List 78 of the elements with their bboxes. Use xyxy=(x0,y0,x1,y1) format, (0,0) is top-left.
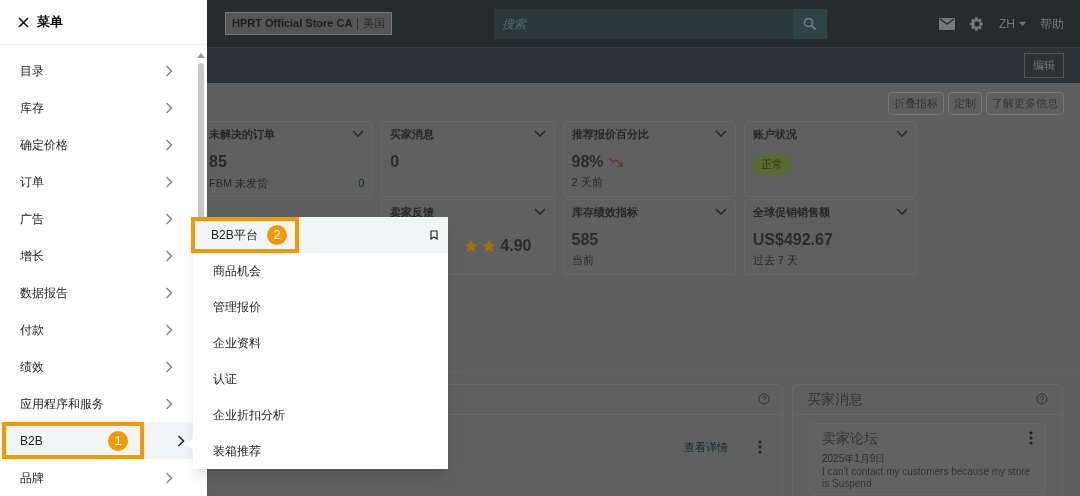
chevron-down-icon[interactable] xyxy=(352,129,365,138)
chevron-down-icon[interactable] xyxy=(533,129,546,138)
menu-label: 数据报告 xyxy=(20,284,68,302)
chevron-right-icon xyxy=(165,286,173,299)
menu-item[interactable]: 付款 xyxy=(0,311,195,348)
metric-title: 库存绩效指标 xyxy=(571,204,638,220)
menu-label: 订单 xyxy=(20,173,44,191)
step-badge: 2 xyxy=(267,225,287,245)
metric-title: 全球促销销售额 xyxy=(752,204,830,220)
menu-label: 广告 xyxy=(20,210,44,228)
metric-title: 未解决的订单 xyxy=(209,126,275,142)
submenu-item[interactable]: 商品机会 xyxy=(193,253,448,289)
menu-label: 品牌 xyxy=(20,469,44,487)
bookmark-icon[interactable] xyxy=(430,230,438,240)
chevron-right-icon xyxy=(165,212,173,225)
menu-item[interactable]: 订单 xyxy=(0,163,195,200)
metric-title: 推荐报价百分比 xyxy=(571,126,649,142)
chevron-right-icon xyxy=(165,64,173,77)
settings-icon[interactable] xyxy=(969,15,985,32)
menu-label: 付款 xyxy=(20,321,44,339)
submenu-label: 管理报价 xyxy=(213,299,261,316)
caret-icon xyxy=(1019,21,1026,26)
chevron-right-icon xyxy=(165,101,173,114)
menu-label: 绩效 xyxy=(20,358,44,376)
menu-label: 增长 xyxy=(20,247,44,265)
submenu-item[interactable]: B2B平台 2 xyxy=(193,217,448,253)
submenu-item[interactable]: 管理报价 xyxy=(193,289,448,325)
menu-item[interactable]: 目录 xyxy=(0,52,195,89)
more-icon[interactable] xyxy=(758,439,762,454)
help-icon[interactable] xyxy=(1036,393,1048,405)
submenu-item[interactable]: 认证 xyxy=(193,361,448,397)
submenu-label: 企业折扣分析 xyxy=(213,407,285,424)
search-button[interactable] xyxy=(793,8,828,39)
step-badge: 1 xyxy=(108,430,128,451)
submenu-label: 装箱推荐 xyxy=(213,443,261,460)
submenu-label: 企业资料 xyxy=(213,335,261,352)
help-icon[interactable] xyxy=(758,393,770,405)
menu-item[interactable]: 确定价格 xyxy=(0,126,195,163)
menu-label: 库存 xyxy=(20,99,44,117)
menu-item[interactable]: 库存 xyxy=(0,89,195,126)
menu-label: B2B xyxy=(20,432,43,450)
search-icon xyxy=(803,16,818,31)
more-icon[interactable] xyxy=(1029,431,1033,445)
menu-label: 目录 xyxy=(20,62,44,80)
metric-title: 账户状况 xyxy=(752,126,797,142)
submenu-label: 商品机会 xyxy=(213,263,261,280)
chevron-right-icon xyxy=(165,471,173,484)
close-icon[interactable] xyxy=(18,16,29,28)
chevron-down-icon[interactable] xyxy=(714,129,727,138)
chevron-right-icon xyxy=(165,138,173,151)
chevron-down-icon[interactable] xyxy=(896,207,908,216)
chevron-right-icon xyxy=(165,175,173,188)
mail-icon[interactable] xyxy=(939,17,955,30)
menu-item[interactable]: 数据报告 xyxy=(0,274,195,311)
menu-item[interactable]: 增长 xyxy=(0,237,195,274)
trend-down-icon xyxy=(607,157,624,167)
submenu-label: B2B平台 xyxy=(211,227,258,244)
menu-item[interactable]: 绩效 xyxy=(0,348,195,385)
stars-icon xyxy=(463,238,498,254)
menu-item[interactable]: 品牌 xyxy=(0,459,195,496)
chevron-down-icon[interactable] xyxy=(896,129,908,138)
chevron-down-icon[interactable] xyxy=(533,207,546,216)
scroll-up-icon[interactable] xyxy=(197,52,205,58)
metric-title: 卖家反馈 xyxy=(390,204,435,220)
menu-label: 应用程序和服务 xyxy=(20,395,104,413)
chevron-right-icon xyxy=(165,249,173,262)
chevron-right-icon xyxy=(165,397,173,410)
submenu-label: 认证 xyxy=(213,371,237,388)
chevron-right-icon xyxy=(165,360,173,373)
menu-item[interactable]: 应用程序和服务 xyxy=(0,385,195,422)
menu-item[interactable]: 广告 xyxy=(0,200,195,237)
metric-title: 买家消息 xyxy=(390,126,435,142)
chevron-right-icon xyxy=(177,434,185,447)
submenu-item[interactable]: 企业资料 xyxy=(193,325,448,361)
chevron-right-icon xyxy=(165,323,173,336)
chevron-down-icon[interactable] xyxy=(714,207,727,216)
menu-title: 菜单 xyxy=(37,13,63,32)
menu-label: 确定价格 xyxy=(20,136,68,154)
